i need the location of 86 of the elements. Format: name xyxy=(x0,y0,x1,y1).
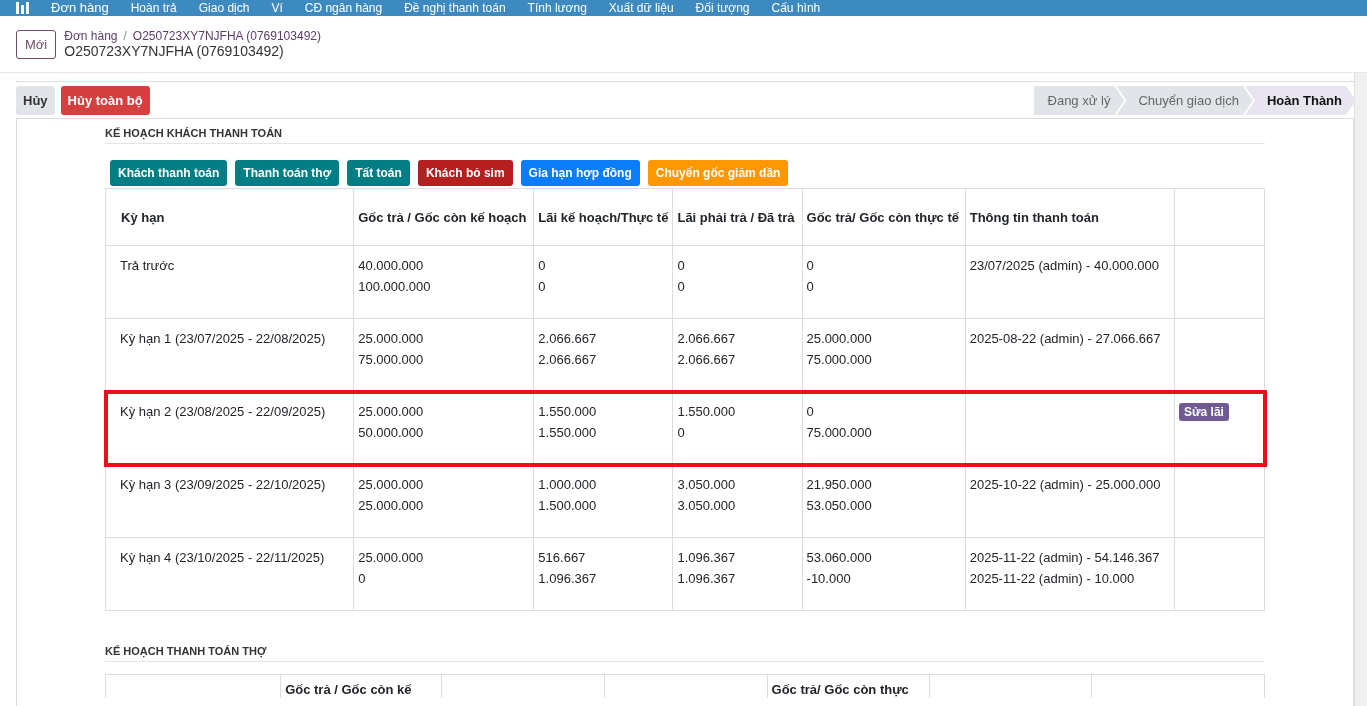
table-cell-text: 3.050.000 xyxy=(677,476,737,494)
app-name[interactable]: Đơn hàng xyxy=(51,1,109,15)
plan-action-button[interactable]: Gia hạn hợp đồng xyxy=(520,160,640,186)
table-cell-text: 21.950.000 xyxy=(806,476,873,494)
table-cell-text: 0 xyxy=(806,257,815,275)
column-header: Gốc trả/ Gốc còn thực tế xyxy=(802,188,966,246)
table-cell-text: 75.000.000 xyxy=(806,424,873,442)
edit-interest-button[interactable]: Sửa lãi xyxy=(1178,403,1229,421)
breadcrumb-link[interactable]: O250723XY7NJFHA (0769103492) xyxy=(132,29,321,43)
section-title: KẾ HOẠCH KHÁCH THANH TOÁN xyxy=(105,127,1265,144)
status-step[interactable]: Hoàn Thành xyxy=(1244,86,1356,115)
table-cell-text: 25.000.000 xyxy=(358,330,425,348)
column-header: Gốc trả / Gốc còn kế hoạch xyxy=(353,188,534,246)
table-cell-text: 1.500.000 xyxy=(538,497,598,515)
table-cell-text: 0 xyxy=(358,570,367,588)
table-cell-text: 2.066.667 xyxy=(677,351,737,369)
breadcrumb-link[interactable]: Đơn hàng xyxy=(64,29,118,43)
nav-menu-item[interactable]: Tính lương xyxy=(527,1,587,15)
breadcrumb-separator: / xyxy=(123,29,127,43)
table-cell-text: 3.050.000 xyxy=(677,497,737,515)
table-cell-text: 0 xyxy=(806,403,815,421)
nav-menu-item[interactable]: Ví xyxy=(271,1,283,15)
table-cell-text: 50.000.000 xyxy=(358,424,425,442)
table-cell-text: 2025-08-22 (admin) - 27.066.667 xyxy=(969,330,1162,348)
table-cell-text: 75.000.000 xyxy=(358,351,425,369)
column-header: Gốc trả / Gốc còn kế xyxy=(285,682,412,697)
table-cell-text: 1.096.367 xyxy=(677,570,737,588)
table-cell-text: 2025-11-22 (admin) - 54.146.367 2025-11-22 (admin) - 10.000 xyxy=(969,549,1161,588)
table-cell-text: 2.066.667 xyxy=(538,351,598,369)
table-cell-text: 0 xyxy=(806,278,815,296)
table-cell-text: Kỳ hạn 4 (23/10/2025 - 22/11/2025) xyxy=(120,549,326,567)
column-header: Gốc trả/ Gốc còn thực xyxy=(771,682,909,697)
table-cell-text: Kỳ hạn 2 (23/08/2025 - 22/09/2025) xyxy=(120,403,327,421)
table-cell-text: 516.667 xyxy=(538,549,587,567)
status-step[interactable]: Chuyển giao dịch xyxy=(1116,86,1253,115)
table-cell-text: 2.066.667 xyxy=(677,330,737,348)
table-cell-text: 23/07/2025 (admin) - 40.000.000 xyxy=(969,257,1161,275)
table-cell-text: 2.066.667 xyxy=(538,330,598,348)
table-cell-text: 25.000.000 xyxy=(806,330,873,348)
section-title: KẾ HOẠCH THANH TOÁN THỢ xyxy=(105,645,1265,662)
cancel-all-button[interactable]: Hủy toàn bộ xyxy=(60,86,150,115)
table-cell-text: 0 xyxy=(677,424,686,442)
plan-action-button[interactable]: Khách bỏ sim xyxy=(417,160,513,186)
table-cell-text: 2025-10-22 (admin) - 25.000.000 xyxy=(969,476,1162,494)
scrollbar[interactable] xyxy=(1354,73,1367,706)
table-cell-text: 0 xyxy=(677,278,686,296)
table-cell-text: Kỳ hạn 1 (23/07/2025 - 22/08/2025) xyxy=(120,330,327,348)
nav-menu-item[interactable]: Hoàn trả xyxy=(130,1,177,15)
table-cell-text: 1.000.000 xyxy=(538,476,598,494)
nav-menu-item[interactable]: Cấu hình xyxy=(771,1,821,15)
table-cell-text: 25.000.000 xyxy=(358,476,425,494)
nav-menu-item[interactable]: Giao dịch xyxy=(198,1,250,15)
table-cell-text: Trả trước xyxy=(120,257,176,275)
record-title: O250723XY7NJFHA (0769103492) xyxy=(64,43,285,59)
plan-action-button[interactable]: Tất toán xyxy=(347,160,410,186)
table-cell-text: 100.000.000 xyxy=(358,278,432,296)
table-cell-text: 0 xyxy=(677,257,686,275)
table-cell-text: Kỳ hạn 3 (23/09/2025 - 22/10/2025) xyxy=(120,476,327,494)
table-cell-text: 25.000.000 xyxy=(358,497,425,515)
column-header: Lãi kế hoạch/Thực tế xyxy=(533,188,673,246)
plan-action-button[interactable]: Thanh toán thợ xyxy=(235,160,340,186)
table-cell-text: 75.000.000 xyxy=(806,351,873,369)
table-cell-text: 0 xyxy=(538,278,547,296)
status-step[interactable]: Đang xử lý xyxy=(1033,86,1125,115)
new-button[interactable]: Mới xyxy=(16,29,57,59)
table-cell-text: 1.550.000 xyxy=(538,403,598,421)
nav-menu-item[interactable]: CĐ ngân hàng xyxy=(304,1,383,15)
nav-menu-item[interactable]: Đối tượng xyxy=(695,1,750,15)
column-header: Kỳ hạn xyxy=(105,188,354,246)
cancel-button[interactable]: Hủy xyxy=(16,86,55,115)
table-cell-text: 25.000.000 xyxy=(358,403,425,421)
table-cell-text: 25.000.000 xyxy=(358,549,425,567)
table-cell-text: 40.000.000 xyxy=(358,257,425,275)
table-cell-text: 1.550.000 xyxy=(677,403,737,421)
table-cell-text: 1.096.367 xyxy=(677,549,737,567)
table-cell-text: 1.550.000 xyxy=(538,424,598,442)
table-cell-text: 53.050.000 xyxy=(806,497,873,515)
table-cell-text: 53.060.000 xyxy=(806,549,873,567)
column-header: Lãi phải trả / Đã trả xyxy=(672,188,803,246)
plan-action-button[interactable]: Khách thanh toán xyxy=(110,160,228,186)
table-cell-text: 0 xyxy=(538,257,547,275)
nav-menu-item[interactable]: Xuất dữ liệu xyxy=(608,1,674,15)
table-cell-text: -10.000 xyxy=(806,570,852,588)
table-cell-text: 1.096.367 xyxy=(538,570,598,588)
nav-menu-item[interactable]: Đề nghị thanh toán xyxy=(404,1,506,15)
column-header: Thông tin thanh toán xyxy=(965,188,1175,246)
